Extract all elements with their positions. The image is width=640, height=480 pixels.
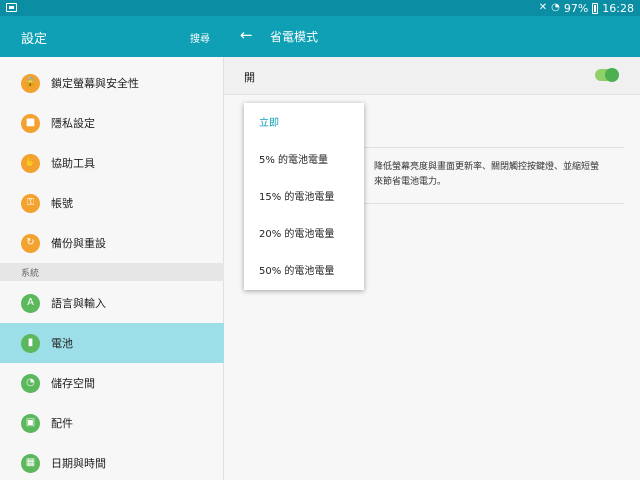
option-5-percent[interactable]: 5% 的電池電量 bbox=[244, 140, 364, 177]
option-label: 立即 bbox=[259, 118, 279, 129]
description-text: 降低螢幕亮度與畫面更新率、關閉觸控按鍵燈、並縮短螢 來節省電池電力。 bbox=[374, 160, 624, 190]
sidebar-item-accounts[interactable]: ⚿ 帳號 bbox=[0, 183, 224, 223]
detail-header: ← 省電模式 bbox=[224, 16, 640, 57]
master-toggle-row[interactable]: 開 bbox=[224, 57, 640, 95]
sidebar-item-label: 備份與重設 bbox=[51, 237, 106, 250]
accessory-icon: ▣ bbox=[21, 413, 40, 433]
status-bar: ✕ ◔ 97% 16:28 bbox=[0, 0, 640, 16]
option-15-percent[interactable]: 15% 的電池電量 bbox=[244, 177, 364, 214]
sidebar-item-label: 配件 bbox=[51, 417, 73, 430]
sidebar-item-label: 電池 bbox=[51, 337, 73, 350]
language-icon: A bbox=[21, 293, 40, 313]
battery-icon bbox=[592, 2, 599, 14]
battery-percent: 97% bbox=[563, 1, 589, 15]
option-immediately[interactable]: 立即 bbox=[244, 103, 364, 140]
search-button[interactable]: 搜尋 bbox=[190, 30, 210, 45]
sidebar-item-lock-screen[interactable]: 🔒 鎖定螢幕與安全性 bbox=[0, 63, 224, 103]
sidebar-item-label: 語言與輸入 bbox=[51, 297, 106, 310]
storage-icon: ◔ bbox=[21, 373, 40, 393]
screenshot-icon bbox=[6, 3, 17, 12]
start-condition-dropdown: 立即 5% 的電池電量 15% 的電池電量 20% 的電池電量 50% 的電池電… bbox=[244, 103, 364, 290]
sidebar-item-battery[interactable]: ▮ 電池 bbox=[0, 323, 224, 363]
wifi-icon: ◔ bbox=[551, 2, 560, 13]
sidebar-item-privacy[interactable]: ■ 隱私設定 bbox=[0, 103, 224, 143]
sidebar-item-accessories[interactable]: ▣ 配件 bbox=[0, 403, 224, 443]
option-label: 15% 的電池電量 bbox=[259, 192, 335, 203]
power-saving-switch[interactable] bbox=[595, 68, 619, 82]
option-label: 50% 的電池電量 bbox=[259, 266, 335, 277]
mute-icon: ✕ bbox=[538, 2, 548, 13]
sidebar-item-date-time[interactable]: ▦ 日期與時間 bbox=[0, 443, 224, 480]
sidebar-item-accessibility[interactable]: ✋ 協助工具 bbox=[0, 143, 224, 183]
option-50-percent[interactable]: 50% 的電池電量 bbox=[244, 251, 364, 288]
hand-icon: ✋ bbox=[21, 153, 40, 173]
sidebar-item-storage[interactable]: ◔ 儲存空間 bbox=[0, 363, 224, 403]
key-icon: ⚿ bbox=[21, 193, 40, 213]
sidebar-item-backup-reset[interactable]: ↻ 備份與重設 bbox=[0, 223, 224, 263]
sidebar: 🔒 鎖定螢幕與安全性 ■ 隱私設定 ✋ 協助工具 ⚿ 帳號 ↻ 備份與重設 系統… bbox=[0, 57, 224, 480]
page-title: 設定 bbox=[21, 32, 48, 47]
section-label: 系統 bbox=[21, 269, 40, 279]
lock-icon: 🔒 bbox=[21, 73, 40, 93]
status-bar-right: ✕ ◔ 97% 16:28 bbox=[539, 1, 634, 15]
sidebar-item-label: 隱私設定 bbox=[51, 117, 95, 130]
sidebar-item-label: 儲存空間 bbox=[51, 377, 95, 390]
sidebar-item-language-input[interactable]: A 語言與輸入 bbox=[0, 283, 224, 323]
backup-icon: ↻ bbox=[21, 233, 40, 253]
section-header-system: 系統 bbox=[0, 263, 224, 281]
calendar-icon: ▦ bbox=[21, 453, 40, 473]
sidebar-item-label: 帳號 bbox=[51, 197, 73, 210]
arrow-left-icon[interactable]: ← bbox=[240, 26, 253, 44]
option-label: 20% 的電池電量 bbox=[259, 229, 335, 240]
privacy-icon: ■ bbox=[21, 113, 40, 133]
battery-icon: ▮ bbox=[21, 333, 40, 353]
option-label: 5% 的電池電量 bbox=[259, 155, 329, 166]
switch-knob bbox=[605, 68, 619, 82]
settings-header: 設定 搜尋 bbox=[0, 16, 224, 57]
clock: 16:28 bbox=[602, 1, 634, 15]
detail-title: 省電模式 bbox=[270, 30, 319, 44]
description-line: 來節省電池電力。 bbox=[374, 177, 447, 187]
sidebar-item-label: 鎖定螢幕與安全性 bbox=[51, 77, 139, 90]
description-line: 降低螢幕亮度與畫面更新率、關閉觸控按鍵燈、並縮短螢 bbox=[374, 162, 600, 172]
toggle-label: 開 bbox=[244, 71, 255, 84]
sidebar-item-label: 協助工具 bbox=[51, 157, 95, 170]
sidebar-item-label: 日期與時間 bbox=[51, 457, 106, 470]
option-20-percent[interactable]: 20% 的電池電量 bbox=[244, 214, 364, 251]
